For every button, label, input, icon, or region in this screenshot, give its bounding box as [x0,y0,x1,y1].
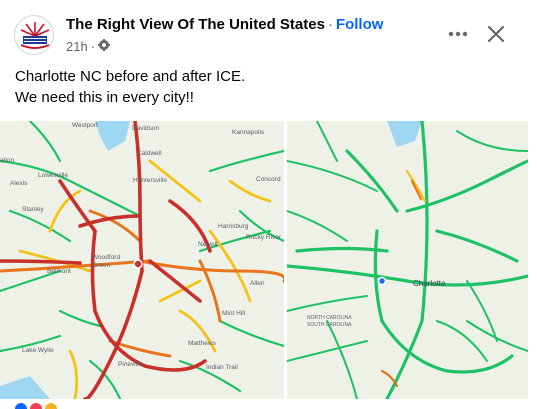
map-after-roads [287,121,528,399]
page-name-link[interactable]: The Right View Of The United States [66,16,325,33]
post-image-gallery[interactable]: Westport Davidson Kannapolis Caldwell Lo… [0,121,537,399]
close-button[interactable] [484,22,508,46]
globe-icon [98,39,111,54]
map-place-label: Stanley [22,206,44,213]
traffic-map-after[interactable]: Charlotte NORTH CAROLINA SOUTH CAROLINA [287,121,528,399]
post-text-line: We need this in every city!! [15,89,194,106]
haha-reaction-icon[interactable] [45,403,57,409]
meta-separator: · [90,39,96,54]
header-separator: · [327,16,333,33]
close-icon [487,25,505,43]
map-place-label: Belmont [47,268,71,275]
map-place-label: Newell [198,241,218,248]
map-place-label: Pineville [118,361,143,368]
map-place-label: Indian Trail [206,364,238,371]
post-meta: 21h · [66,39,111,54]
post-text-line: Charlotte NC before and after ICE. [15,68,246,85]
map-place-label: Rocky River [246,234,282,241]
traffic-map-before[interactable]: Westport Davidson Kannapolis Caldwell Lo… [0,121,284,399]
page-avatar[interactable] [14,15,54,55]
map-place-label: Westport [72,122,98,129]
flag-logo-icon [16,17,53,54]
like-reaction-icon[interactable] [15,403,27,409]
map-place-label: Alexis [10,180,28,187]
post-text: Charlotte NC before and after ICE. We ne… [15,66,515,108]
post-header: The Right View Of The United States · Foll… [66,16,383,33]
map-state-label: SOUTH CAROLINA [307,322,352,328]
map-place-label: Woodford Green [92,254,121,269]
map-place-label: Davidson [132,125,160,132]
map-state-label: NORTH CAROLINA [307,315,352,321]
map-place-label: Concord [256,176,281,183]
map-place-label: Mint Hill [222,310,246,317]
post-timestamp[interactable]: 21h [66,39,88,54]
map-place-label: ation [0,157,15,164]
map-place-label: Matthews [188,340,216,347]
map-place-label: Lowesville [38,172,68,179]
map-city-label: Charlotte [413,279,446,288]
follow-button[interactable]: Follow [336,16,384,33]
map-place-label: Harrisburg [218,223,249,230]
map-place-label: Caldwell [137,150,162,157]
reaction-bar [0,399,537,409]
map-before-roads [0,121,284,399]
map-place-label: Lake Wylie [22,347,54,354]
post-card: The Right View Of The United States · Foll… [0,0,537,409]
more-options-icon [448,31,468,37]
map-place-label: Huntersville [133,177,167,184]
love-reaction-icon[interactable] [30,403,42,409]
map-place-label: Kannapolis [232,129,265,136]
more-options-button[interactable] [444,22,472,46]
map-place-label: Allen [250,280,265,287]
